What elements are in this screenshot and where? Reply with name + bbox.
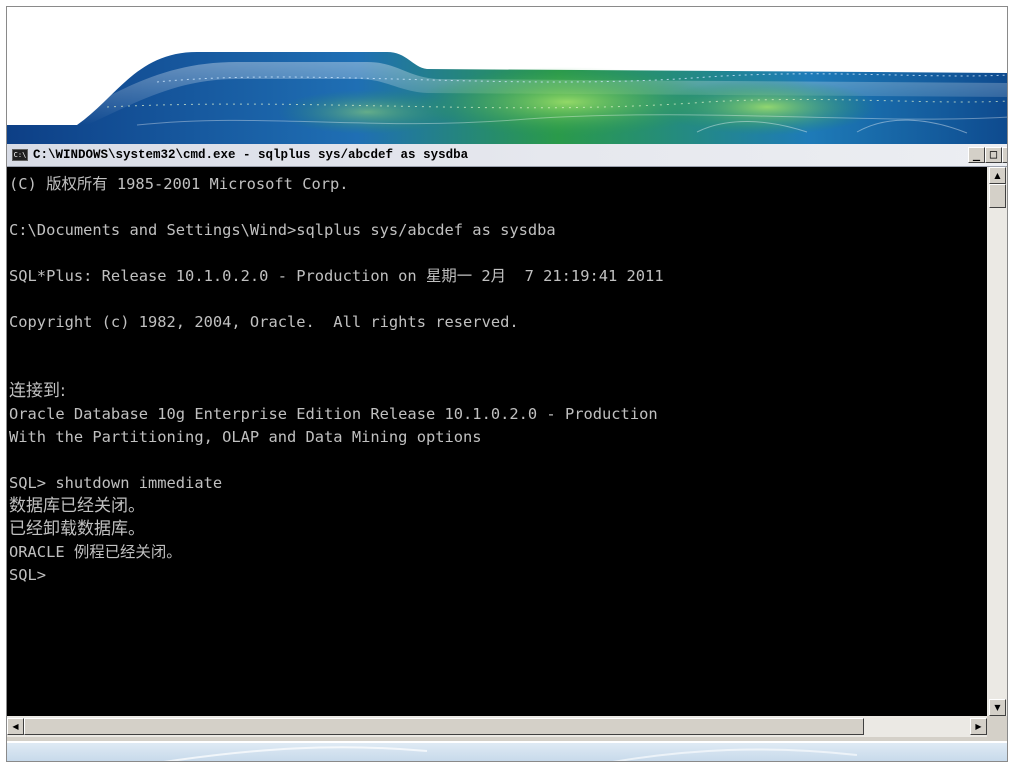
- cmd-window[interactable]: C:\ C:\WINDOWS\system32\cmd.exe - sqlplu…: [7, 144, 1007, 741]
- resize-grip[interactable]: [987, 716, 1007, 737]
- header-banner: [7, 7, 1007, 144]
- console-lines: (C) 版权所有 1985-2001 Microsoft Corp. C:\Do…: [9, 173, 664, 587]
- console-prompt: SQL>: [9, 566, 47, 584]
- console-line: 数据库已经关闭。: [9, 496, 145, 516]
- scroll-right-button[interactable]: ▶: [970, 718, 987, 735]
- console-line: ORACLE 例程已经关闭。: [9, 543, 182, 561]
- vertical-scroll-thumb[interactable]: [989, 184, 1006, 208]
- window-title: C:\WINDOWS\system32\cmd.exe - sqlplus sy…: [33, 148, 469, 162]
- console-output[interactable]: (C) 版权所有 1985-2001 Microsoft Corp. C:\Do…: [7, 167, 987, 716]
- console-line: SQL> shutdown immediate: [9, 474, 223, 492]
- horizontal-scroll-thumb[interactable]: [24, 718, 864, 735]
- scroll-left-button[interactable]: ◀: [7, 718, 24, 735]
- console-line: Oracle Database 10g Enterprise Edition R…: [9, 405, 658, 423]
- console-line: C:\Documents and Settings\Wind>sqlplus s…: [9, 221, 556, 239]
- close-button[interactable]: ×: [1002, 147, 1007, 163]
- maximize-button[interactable]: □: [985, 147, 1002, 163]
- console-line: Copyright (c) 1982, 2004, Oracle. All ri…: [9, 313, 519, 331]
- slide-frame: C:\ C:\WINDOWS\system32\cmd.exe - sqlplu…: [6, 6, 1008, 762]
- scroll-down-button[interactable]: ▼: [989, 699, 1006, 716]
- console-line: (C) 版权所有 1985-2001 Microsoft Corp.: [9, 175, 349, 193]
- console-line: SQL*Plus: Release 10.1.0.2.0 - Productio…: [9, 267, 664, 285]
- footer-decoration: [7, 743, 1007, 761]
- window-titlebar[interactable]: C:\ C:\WINDOWS\system32\cmd.exe - sqlplu…: [7, 144, 1007, 167]
- horizontal-scrollbar[interactable]: ◀ ▶: [7, 716, 987, 737]
- console-line: 连接到:: [9, 381, 66, 401]
- scroll-up-button[interactable]: ▲: [989, 167, 1006, 184]
- vertical-scrollbar[interactable]: ▲ ▼: [987, 167, 1007, 716]
- minimize-button[interactable]: _: [968, 147, 985, 163]
- console-line: 已经卸载数据库。: [9, 519, 145, 539]
- console-line: With the Partitioning, OLAP and Data Min…: [9, 428, 482, 446]
- cmd-app-icon: C:\: [12, 149, 28, 161]
